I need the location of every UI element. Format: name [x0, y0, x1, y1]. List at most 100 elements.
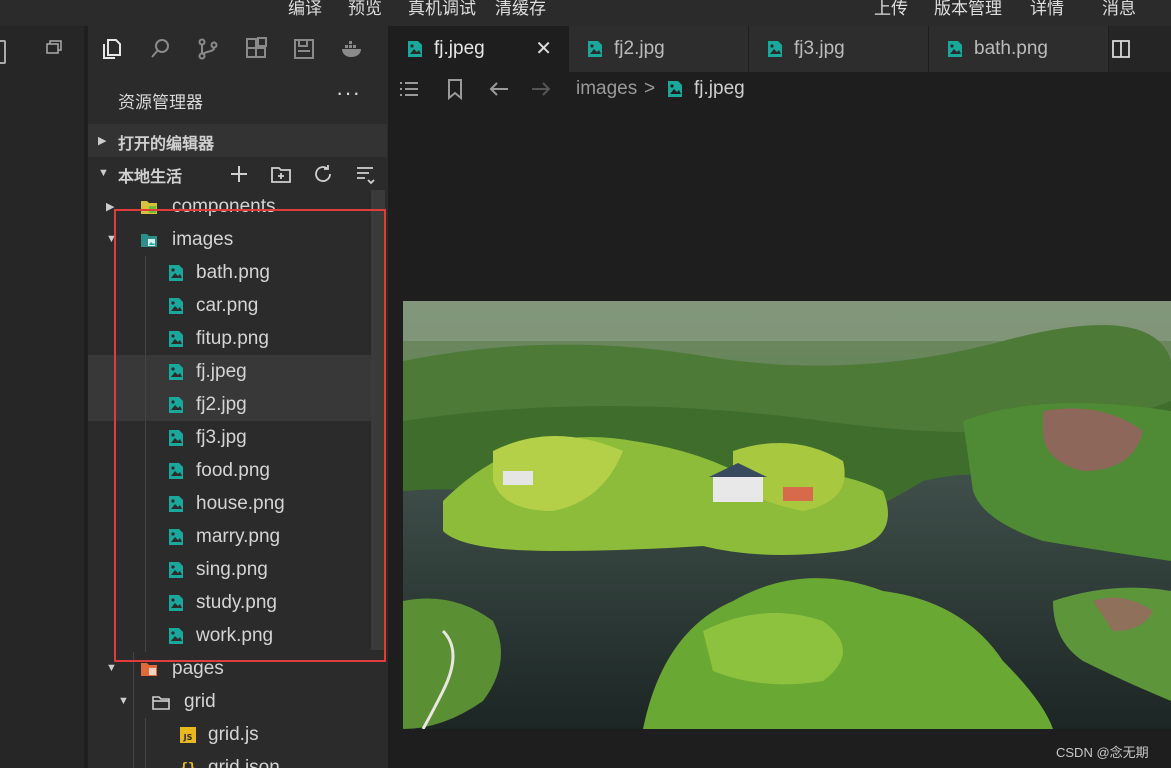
tree-item[interactable]: work.png [88, 619, 373, 652]
image-preview [403, 301, 1171, 729]
image-file-icon [169, 298, 183, 314]
svg-text:{}: {} [180, 761, 197, 768]
expanded-arrow-icon[interactable]: ▼ [118, 695, 129, 707]
tree-item[interactable]: study.png [88, 586, 373, 619]
expanded-arrow-icon: ▼ [98, 167, 109, 179]
image-file-icon [169, 364, 183, 380]
refresh-icon[interactable] [312, 163, 334, 185]
tree-item-label: sing.png [196, 559, 268, 580]
split-editor-icon[interactable] [1112, 40, 1130, 58]
extensions-icon[interactable] [244, 37, 268, 61]
editor-area: bath.png fj3.jpg fj2.jpg fj.jpeg ✕ images > … [388, 26, 1171, 768]
tree-item-label: food.png [196, 460, 270, 481]
image-file-icon [408, 41, 422, 57]
tree-item[interactable]: ▼ pages [88, 652, 373, 685]
tree-item[interactable]: JS grid.js [88, 718, 373, 751]
collapsed-arrow-icon[interactable]: ▶ [106, 200, 114, 213]
left-panel [0, 26, 84, 768]
tree-item[interactable]: fj2.jpg [88, 388, 373, 421]
menu-version[interactable]: 版本管理 [934, 0, 1002, 19]
panel-edge-icon [0, 40, 6, 64]
expanded-arrow-icon[interactable]: ▼ [106, 662, 117, 674]
open-editors-label: 打开的编辑器 [118, 136, 215, 153]
tree-item-label: car.png [196, 295, 259, 316]
editor-tab[interactable]: fj.jpeg ✕ [388, 26, 569, 72]
image-file-icon [668, 81, 682, 97]
editor-tab[interactable]: bath.png [928, 26, 1109, 72]
forward-arrow-icon[interactable] [530, 78, 552, 100]
image-file-icon [169, 430, 183, 446]
search-icon[interactable] [148, 37, 172, 61]
menu-device-debug[interactable]: 真机调试 [408, 0, 476, 19]
tree-item[interactable]: fitup.png [88, 322, 373, 355]
new-folder-icon[interactable] [270, 163, 292, 185]
tree-item[interactable]: car.png [88, 289, 373, 322]
tree-item[interactable]: fj.jpeg [88, 355, 373, 388]
tree-item-label: images [172, 229, 234, 250]
image-file-icon [948, 41, 962, 57]
editor-tab[interactable]: fj3.jpg [748, 26, 929, 72]
close-tab-icon[interactable]: ✕ [535, 36, 552, 61]
top-menu-bar: 编译 预览 真机调试 清缓存 上传 版本管理 详情 消息 [0, 0, 1171, 26]
svg-text:JS: JS [183, 733, 193, 742]
tree-item[interactable]: food.png [88, 454, 373, 487]
menu-preview[interactable]: 预览 [348, 0, 382, 19]
image-file-icon [169, 496, 183, 512]
more-actions-icon[interactable]: ··· [336, 80, 361, 106]
tree-item[interactable]: ▼ images [88, 223, 373, 256]
explorer-sidebar: 资源管理器 ··· ▶ 打开的编辑器 ▼ 本地生活 ▶ components ▼ im… [88, 72, 387, 768]
tree-item-label: bath.png [196, 262, 270, 283]
menu-messages[interactable]: 消息 [1102, 0, 1136, 19]
tree-item[interactable]: fj3.jpg [88, 421, 373, 454]
watermark-text: CSDN @念无期 [1056, 745, 1149, 760]
breadcrumb-file[interactable]: fj.jpeg [694, 78, 745, 100]
tree-item-label: grid.json [208, 757, 280, 768]
folder-icon [152, 696, 170, 710]
image-file-icon [588, 41, 602, 57]
collapsed-arrow-icon: ▶ [98, 135, 107, 147]
editor-tab[interactable]: fj2.jpg [568, 26, 749, 72]
menu-compile[interactable]: 编译 [288, 0, 322, 19]
tree-scrollbar[interactable] [371, 190, 385, 650]
tree-item[interactable]: {} grid.json [88, 751, 373, 768]
image-file-icon [169, 529, 183, 545]
tree-item[interactable]: sing.png [88, 553, 373, 586]
tree-item[interactable]: ▶ components [88, 190, 373, 223]
bookmark-icon[interactable] [444, 78, 466, 100]
tree-item[interactable]: ▼ grid [88, 685, 373, 718]
tree-item-label: fj.jpeg [196, 361, 247, 382]
new-file-icon[interactable] [228, 163, 250, 185]
tree-item-label: house.png [196, 493, 285, 514]
project-label: 本地生活 [118, 169, 183, 186]
tree-item-label: pages [172, 658, 224, 679]
tree-item[interactable]: house.png [88, 487, 373, 520]
open-editors-section[interactable]: ▶ 打开的编辑器 [88, 124, 387, 157]
tree-item-label: study.png [196, 592, 277, 613]
outline-list-icon[interactable] [398, 78, 420, 100]
docker-icon[interactable] [340, 37, 364, 61]
menu-details[interactable]: 详情 [1030, 0, 1064, 19]
json-file-icon: {} [180, 761, 197, 768]
menu-upload[interactable]: 上传 [874, 0, 908, 19]
tree-item[interactable]: marry.png [88, 520, 373, 553]
tree-item-label: components [172, 196, 276, 217]
images-folder-icon [141, 234, 157, 247]
pages-folder-icon [141, 663, 157, 676]
tree-item[interactable]: bath.png [88, 256, 373, 289]
source-control-icon[interactable] [196, 37, 220, 61]
explorer-icon[interactable] [100, 37, 124, 61]
breadcrumb-folder[interactable]: images [576, 78, 637, 100]
image-file-icon [169, 463, 183, 479]
project-section[interactable]: ▼ 本地生活 [88, 157, 387, 190]
expanded-arrow-icon[interactable]: ▼ [106, 233, 117, 245]
collapse-all-icon[interactable] [354, 163, 376, 185]
tree-item-label: fitup.png [196, 328, 269, 349]
tree-item-label: work.png [196, 625, 274, 646]
menu-clear-cache[interactable]: 清缓存 [495, 0, 546, 19]
explorer-title: 资源管理器 [118, 93, 203, 112]
back-arrow-icon[interactable] [488, 78, 510, 100]
file-tree: ▶ components ▼ images bath.png car.png fitup.p… [88, 190, 387, 768]
storage-icon[interactable] [292, 37, 316, 61]
tab-label: fj3.jpg [794, 38, 845, 59]
restore-window-icon[interactable] [46, 40, 62, 54]
